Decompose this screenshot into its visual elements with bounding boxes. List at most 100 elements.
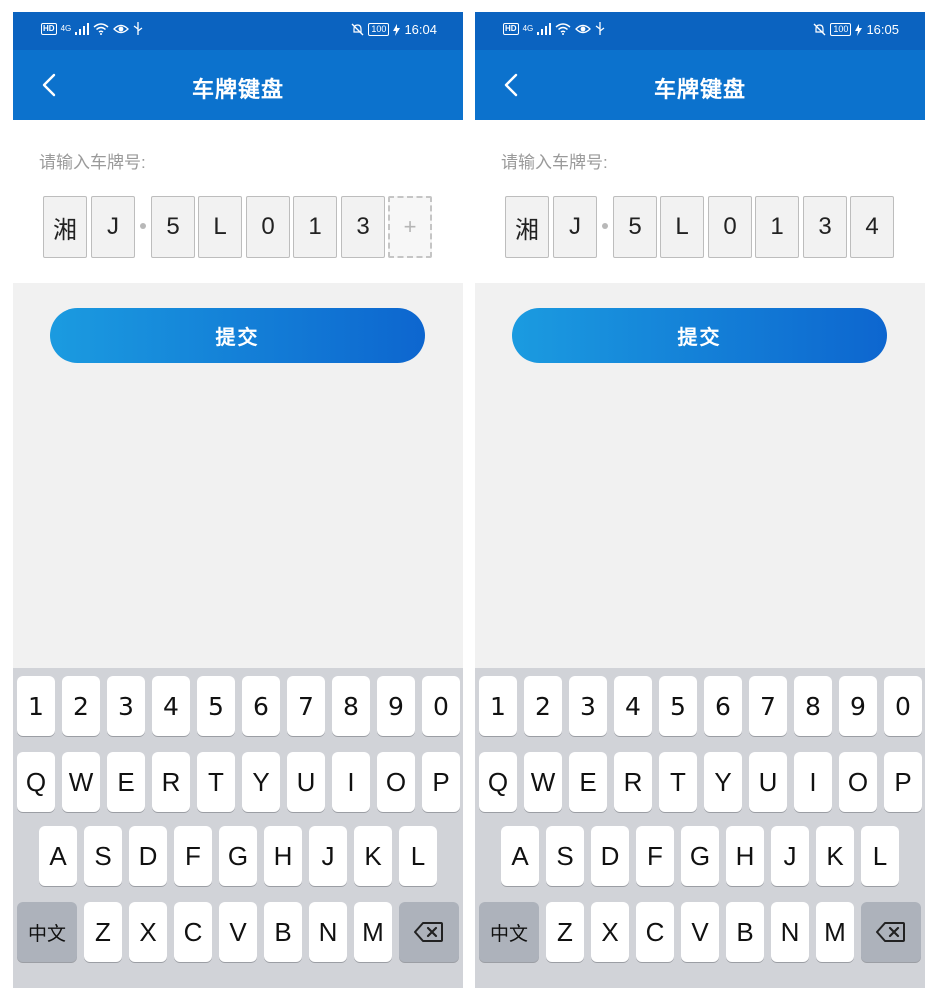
key-x[interactable]: X — [129, 902, 167, 962]
key-p[interactable]: P — [422, 752, 460, 812]
key-n[interactable]: N — [771, 902, 809, 962]
key-i[interactable]: I — [794, 752, 832, 812]
key-g[interactable]: G — [219, 826, 257, 886]
key-a[interactable]: A — [39, 826, 77, 886]
key-7[interactable]: 7 — [749, 676, 787, 736]
key-9[interactable]: 9 — [377, 676, 415, 736]
key-c[interactable]: C — [636, 902, 674, 962]
key-c[interactable]: C — [174, 902, 212, 962]
plate-keyboard: 1 2 3 4 5 6 7 8 9 0 Q W E R T Y U I O P A S D F G H J K L 中文 Z X C V B N M — [13, 668, 463, 988]
plate-slot-8[interactable]: + — [388, 196, 432, 258]
plate-slot-5[interactable]: 0 — [708, 196, 752, 258]
plate-slot-4[interactable]: L — [660, 196, 704, 258]
key-q[interactable]: Q — [479, 752, 517, 812]
plate-slot-3[interactable]: 5 — [613, 196, 657, 258]
key-l[interactable]: L — [399, 826, 437, 886]
page-title: 车牌键盘 — [191, 77, 284, 102]
key-2[interactable]: 2 — [524, 676, 562, 736]
plate-slot-4[interactable]: L — [198, 196, 242, 258]
key-0[interactable]: 0 — [884, 676, 922, 736]
key-d[interactable]: D — [591, 826, 629, 886]
key-7[interactable]: 7 — [287, 676, 325, 736]
key-j[interactable]: J — [309, 826, 347, 886]
key-u[interactable]: U — [287, 752, 325, 812]
chinese-switch-key[interactable]: 中文 — [17, 902, 77, 962]
key-k[interactable]: K — [354, 826, 392, 886]
plate-prompt-label: 请输入车牌号: — [501, 153, 608, 172]
plate-slot-2[interactable]: J — [91, 196, 135, 258]
key-2[interactable]: 2 — [62, 676, 100, 736]
plate-slot-8[interactable]: 4 — [850, 196, 894, 258]
key-t[interactable]: T — [197, 752, 235, 812]
key-v[interactable]: V — [219, 902, 257, 962]
key-r[interactable]: R — [614, 752, 652, 812]
submit-button[interactable]: 提交 — [50, 308, 425, 363]
plate-slot-7[interactable]: 3 — [341, 196, 385, 258]
submit-button[interactable]: 提交 — [512, 308, 887, 363]
key-5[interactable]: 5 — [197, 676, 235, 736]
backspace-key[interactable] — [861, 902, 921, 962]
key-b[interactable]: B — [726, 902, 764, 962]
key-m[interactable]: M — [354, 902, 392, 962]
key-y[interactable]: Y — [704, 752, 742, 812]
key-s[interactable]: S — [546, 826, 584, 886]
key-p[interactable]: P — [884, 752, 922, 812]
key-3[interactable]: 3 — [107, 676, 145, 736]
key-6[interactable]: 6 — [242, 676, 280, 736]
key-a[interactable]: A — [501, 826, 539, 886]
key-1[interactable]: 1 — [479, 676, 517, 736]
key-0[interactable]: 0 — [422, 676, 460, 736]
key-d[interactable]: D — [129, 826, 167, 886]
key-i[interactable]: I — [332, 752, 370, 812]
plate-slot-3[interactable]: 5 — [151, 196, 195, 258]
key-m[interactable]: M — [816, 902, 854, 962]
key-z[interactable]: Z — [546, 902, 584, 962]
key-y[interactable]: Y — [242, 752, 280, 812]
mute-bell-icon — [351, 23, 364, 36]
key-j[interactable]: J — [771, 826, 809, 886]
plate-slot-1[interactable]: 湘 — [43, 196, 87, 258]
key-u[interactable]: U — [749, 752, 787, 812]
key-4[interactable]: 4 — [614, 676, 652, 736]
key-f[interactable]: F — [174, 826, 212, 886]
key-b[interactable]: B — [264, 902, 302, 962]
backspace-key[interactable] — [399, 902, 459, 962]
key-8[interactable]: 8 — [794, 676, 832, 736]
key-h[interactable]: H — [264, 826, 302, 886]
key-t[interactable]: T — [659, 752, 697, 812]
key-l[interactable]: L — [861, 826, 899, 886]
key-3[interactable]: 3 — [569, 676, 607, 736]
key-z[interactable]: Z — [84, 902, 122, 962]
key-o[interactable]: O — [839, 752, 877, 812]
plate-slot-5[interactable]: 0 — [246, 196, 290, 258]
key-w[interactable]: W — [62, 752, 100, 812]
chinese-switch-key[interactable]: 中文 — [479, 902, 539, 962]
key-s[interactable]: S — [84, 826, 122, 886]
key-w[interactable]: W — [524, 752, 562, 812]
key-r[interactable]: R — [152, 752, 190, 812]
key-x[interactable]: X — [591, 902, 629, 962]
key-o[interactable]: O — [377, 752, 415, 812]
plate-char: 0 — [246, 196, 290, 258]
key-q[interactable]: Q — [17, 752, 55, 812]
key-k[interactable]: K — [816, 826, 854, 886]
key-4[interactable]: 4 — [152, 676, 190, 736]
usb-icon — [133, 22, 143, 35]
key-5[interactable]: 5 — [659, 676, 697, 736]
plate-slot-6[interactable]: 1 — [755, 196, 799, 258]
key-8[interactable]: 8 — [332, 676, 370, 736]
key-1[interactable]: 1 — [17, 676, 55, 736]
key-n[interactable]: N — [309, 902, 347, 962]
key-f[interactable]: F — [636, 826, 674, 886]
key-h[interactable]: H — [726, 826, 764, 886]
plate-slot-2[interactable]: J — [553, 196, 597, 258]
key-v[interactable]: V — [681, 902, 719, 962]
key-g[interactable]: G — [681, 826, 719, 886]
plate-slot-7[interactable]: 3 — [803, 196, 847, 258]
key-e[interactable]: E — [569, 752, 607, 812]
key-6[interactable]: 6 — [704, 676, 742, 736]
plate-slot-1[interactable]: 湘 — [505, 196, 549, 258]
plate-slot-6[interactable]: 1 — [293, 196, 337, 258]
key-e[interactable]: E — [107, 752, 145, 812]
key-9[interactable]: 9 — [839, 676, 877, 736]
